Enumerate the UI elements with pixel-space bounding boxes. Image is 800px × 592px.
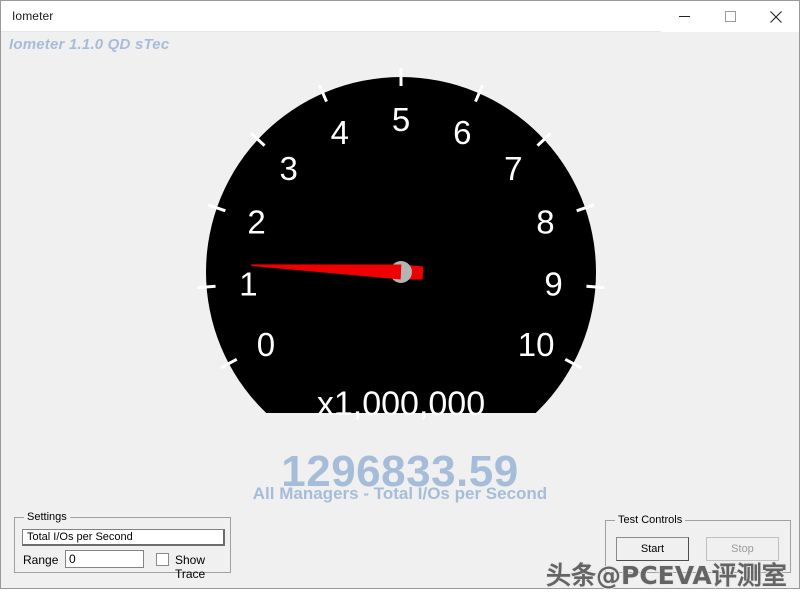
gauge-widget: 0 1 2 3 4 5 6 7 8 9 10 x1,000,000 [184, 55, 618, 435]
gauge-tick [197, 284, 216, 290]
maximize-button[interactable] [707, 1, 753, 32]
gauge-tick-label: 10 [518, 326, 555, 363]
test-controls-group-title: Test Controls [615, 514, 686, 526]
settings-group-title: Settings [24, 511, 70, 523]
range-input[interactable]: 0 [65, 550, 144, 568]
gauge-tick-label: 1 [239, 266, 257, 303]
window-title: Iometer [12, 9, 54, 23]
gauge-tick-label: 9 [544, 266, 562, 303]
close-button[interactable] [753, 1, 799, 32]
gauge-tick-label: 5 [392, 101, 410, 138]
readout-label: All Managers - Total I/Os per Second [252, 484, 548, 503]
watermark-overlay: 头条@PCEVA评测室 [545, 560, 788, 591]
gauge-multiplier-label: x1,000,000 [317, 385, 485, 423]
gauge-svg: 01 234 5 678 9 10 x1,000,000 [197, 68, 605, 423]
close-icon [770, 10, 782, 23]
gauge-tick-label: 7 [504, 150, 522, 187]
gauge-tick-label: 3 [280, 150, 298, 187]
minimize-icon [678, 16, 690, 17]
gauge-tick-label: 8 [536, 204, 554, 241]
gauge-tick-label: 2 [247, 204, 265, 241]
gauge-tick-label: 6 [453, 114, 471, 151]
window-controls [661, 1, 799, 32]
show-trace-checkbox[interactable] [156, 553, 169, 566]
app-version-banner: Iometer 1.1.0 QD sTec [9, 36, 170, 53]
gauge-tick-label: 0 [257, 326, 275, 363]
range-label: Range [23, 553, 59, 567]
metric-select[interactable]: Total I/Os per Second [22, 529, 225, 546]
minimize-button[interactable] [661, 1, 707, 32]
client-area: Iometer 1.1.0 QD sTec 0 1 2 3 4 5 6 7 8 9 10 x1,00… [1, 32, 799, 591]
show-trace-label[interactable]: Show Trace [175, 553, 230, 581]
settings-group: Settings Total I/Os per Second Range 0 S… [14, 511, 231, 581]
iometer-window: Iometer Iometer 1.1.0 QD sTec 0 1 2 3 4 … [0, 0, 800, 591]
title-bar: Iometer [1, 1, 799, 32]
maximize-icon [724, 11, 736, 22]
gauge-tick [586, 284, 605, 290]
gauge-tick-label: 4 [331, 114, 349, 151]
